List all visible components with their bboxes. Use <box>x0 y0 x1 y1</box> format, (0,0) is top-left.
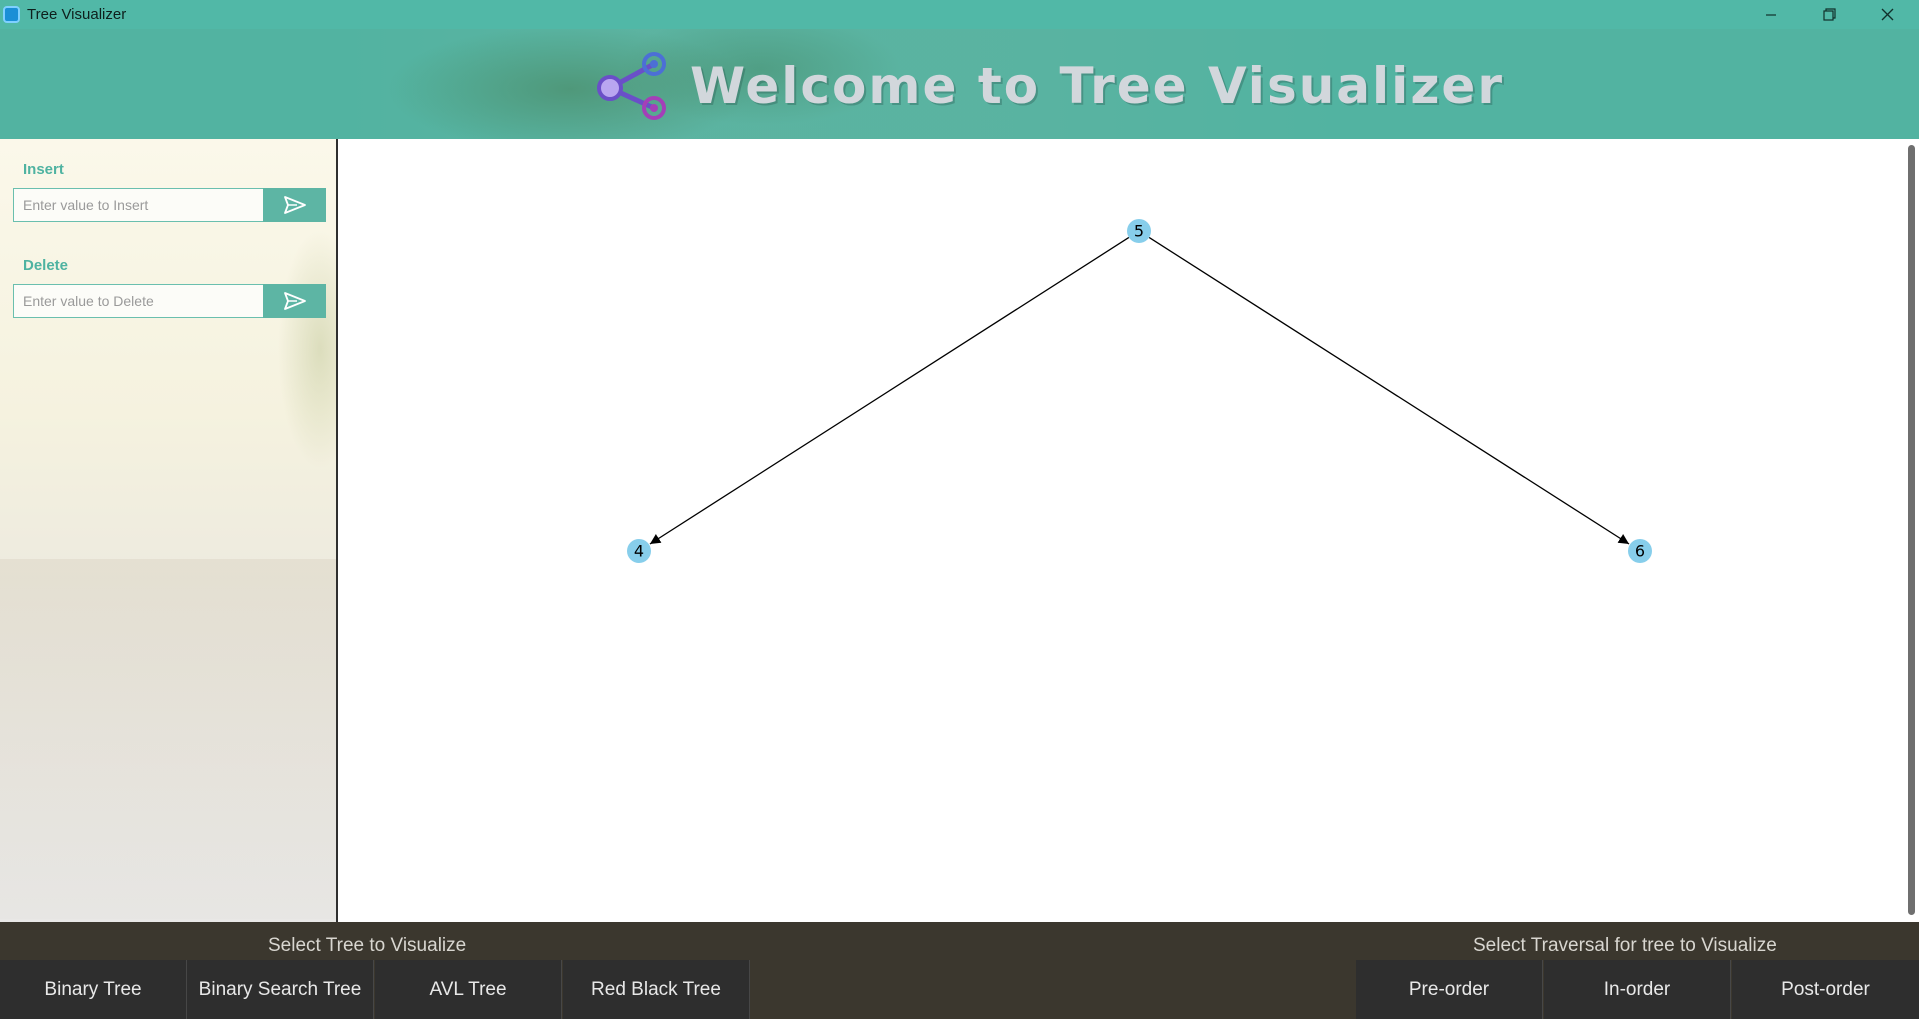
tree-select-caption: Select Tree to Visualize <box>268 935 467 956</box>
delete-button[interactable] <box>263 284 326 318</box>
header-banner: Welcome to Tree Visualizer <box>0 29 1919 139</box>
minimize-icon <box>1766 13 1776 16</box>
insert-label: Insert <box>23 161 64 178</box>
close-button[interactable] <box>1858 0 1916 29</box>
tree-node-label: 5 <box>1134 222 1144 241</box>
tree-node: 4 <box>627 539 651 563</box>
insert-button[interactable] <box>263 188 326 222</box>
tree-node-label: 6 <box>1635 542 1645 561</box>
share-nodes-icon <box>597 52 666 120</box>
pre-order-button[interactable]: Pre-order <box>1356 960 1543 1019</box>
restore-icon <box>1822 8 1836 21</box>
avl-tree-button[interactable]: AVL Tree <box>375 960 562 1019</box>
tree-graph: 5 4 6 <box>627 219 1652 563</box>
close-icon <box>1881 8 1893 21</box>
traversal-select-caption: Select Traversal for tree to Visualize <box>1473 935 1777 956</box>
send-icon <box>283 292 306 310</box>
sidebar-background-tree <box>230 179 336 539</box>
minimize-button[interactable] <box>1742 0 1800 29</box>
insert-field <box>13 188 326 222</box>
tree-node: 6 <box>1628 539 1652 563</box>
sidebar: Insert Delete <box>0 139 338 922</box>
delete-input[interactable] <box>14 285 263 317</box>
bottom-bar: Select Tree to Visualize Select Traversa… <box>0 922 1919 1019</box>
window-title: Tree Visualizer <box>27 6 127 23</box>
page-title: Welcome to Tree Visualizer <box>690 57 1504 115</box>
tree-edge <box>649 236 1130 545</box>
delete-field <box>13 284 326 318</box>
post-order-button[interactable]: Post-order <box>1732 960 1919 1019</box>
delete-label: Delete <box>23 257 69 274</box>
send-icon <box>283 196 306 214</box>
title-bar: Tree Visualizer <box>0 0 1919 29</box>
tree-edge <box>1148 236 1630 545</box>
tree-node-label: 4 <box>634 542 644 561</box>
binary-tree-button[interactable]: Binary Tree <box>0 960 187 1019</box>
sidebar-background-ground <box>0 559 336 919</box>
app-icon <box>3 6 20 23</box>
scrollbar-thumb[interactable] <box>1908 145 1915 915</box>
in-order-button[interactable]: In-order <box>1544 960 1731 1019</box>
binary-search-tree-button[interactable]: Binary Search Tree <box>187 960 374 1019</box>
restore-button[interactable] <box>1800 0 1858 29</box>
tree-node: 5 <box>1127 219 1151 243</box>
red-black-tree-button[interactable]: Red Black Tree <box>563 960 750 1019</box>
insert-input[interactable] <box>14 189 263 221</box>
tree-canvas: 5 4 6 <box>340 139 1906 922</box>
